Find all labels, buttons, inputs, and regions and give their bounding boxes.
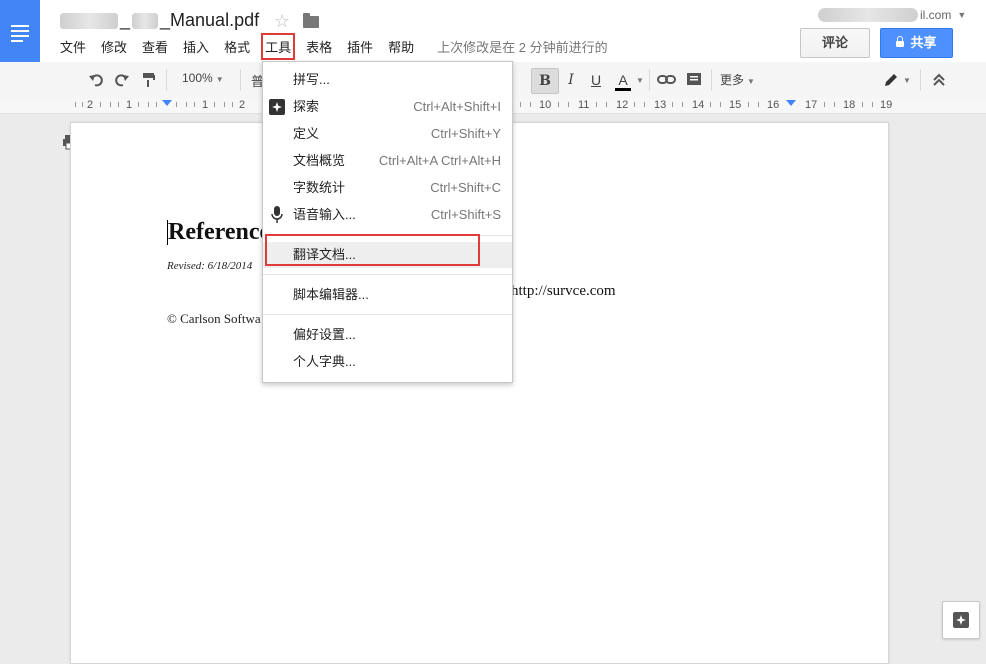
docs-home-icon[interactable] xyxy=(0,0,40,62)
menu-item-label: 定义 xyxy=(293,126,320,141)
account-switcher[interactable]: il.com ▼ xyxy=(818,8,966,22)
zoom-select[interactable]: 100% ▼ xyxy=(182,71,224,85)
menu-table[interactable]: 表格 xyxy=(306,37,332,56)
title-separator: _ xyxy=(120,10,131,30)
menu-item-label: 字数统计 xyxy=(293,180,346,195)
star-icon[interactable]: ☆ xyxy=(274,11,290,32)
menu-item-shortcut: Ctrl+Shift+C xyxy=(430,180,501,195)
ruler-label: 19 xyxy=(880,99,893,111)
menu-bar: 文件 修改 查看 插入 格式 工具 表格 插件 帮助 上次修改是在 2 分钟前进… xyxy=(60,33,608,60)
document-heading[interactable]: Reference xyxy=(168,219,270,246)
explore-icon xyxy=(953,612,969,628)
ruler-label: 16 xyxy=(767,99,780,111)
menu-item-personal-dictionary[interactable]: 个人字典... xyxy=(263,349,512,375)
share-button[interactable]: 共享 xyxy=(880,28,953,58)
ruler-label: 1 xyxy=(126,99,133,111)
ruler-label: 10 xyxy=(539,99,552,111)
comments-button[interactable]: 评论 xyxy=(800,28,870,58)
account-email: il.com xyxy=(920,8,952,22)
ruler-label: 11 xyxy=(578,99,590,111)
menu-help[interactable]: 帮助 xyxy=(388,37,414,56)
ruler-label: 2 xyxy=(87,99,94,111)
menu-item-voice-typing[interactable]: 语音输入... Ctrl+Shift+S xyxy=(263,202,512,228)
menu-insert[interactable]: 插入 xyxy=(183,37,209,56)
text-color-button[interactable]: A xyxy=(614,70,632,91)
menu-item-label: 文档概览 xyxy=(293,153,346,168)
menu-tools[interactable]: 工具 xyxy=(261,33,296,60)
microphone-icon xyxy=(271,206,283,223)
menu-divider xyxy=(263,274,512,275)
title-filename: _Manual.pdf xyxy=(160,10,260,30)
redacted-text xyxy=(60,12,118,29)
menu-item-spelling[interactable]: 拼写... xyxy=(263,67,512,93)
zoom-value: 100% xyxy=(182,71,213,85)
explore-icon xyxy=(269,99,285,115)
copyright-text[interactable]: © Carlson Softwa xyxy=(167,311,261,327)
ruler-label: 13 xyxy=(654,99,667,111)
redacted-text xyxy=(818,8,918,22)
menu-item-label: 个人字典... xyxy=(293,354,356,369)
menu-view[interactable]: 查看 xyxy=(142,37,168,56)
menu-item-word-count[interactable]: 字数统计 Ctrl+Shift+C xyxy=(263,175,512,201)
more-label: 更多 xyxy=(720,73,745,87)
ruler-label: 1 xyxy=(202,99,209,111)
document-url[interactable]: http://survce.com xyxy=(511,283,616,300)
comment-icon[interactable] xyxy=(686,72,702,88)
undo-icon[interactable] xyxy=(88,72,104,88)
menu-item-label: 脚本编辑器... xyxy=(293,287,369,302)
menu-item-shortcut: Ctrl+Shift+Y xyxy=(430,126,501,141)
italic-button[interactable]: I xyxy=(563,70,579,90)
ruler-label: 14 xyxy=(692,99,705,111)
link-icon[interactable] xyxy=(657,72,677,88)
chevron-down-icon: ▼ xyxy=(215,75,224,84)
menu-item-label: 偏好设置... xyxy=(293,327,356,342)
menu-item-preferences[interactable]: 偏好设置... xyxy=(263,322,512,348)
lock-icon xyxy=(896,36,905,47)
ruler-label: 17 xyxy=(805,99,818,111)
text-color-label: A xyxy=(618,72,628,88)
ruler-label: 15 xyxy=(729,99,742,111)
menu-item-script-editor[interactable]: 脚本编辑器... xyxy=(263,282,512,308)
pencil-icon[interactable] xyxy=(883,72,899,88)
chevron-down-icon[interactable]: ▼ xyxy=(903,76,911,85)
chevron-down-icon: ▼ xyxy=(957,10,967,20)
menu-item-label: 探索 xyxy=(293,99,320,114)
menu-item-document-outline[interactable]: 文档概览 Ctrl+Alt+A Ctrl+Alt+H xyxy=(263,148,512,174)
explore-button[interactable] xyxy=(942,601,980,639)
bold-button[interactable]: B xyxy=(531,68,559,94)
redo-icon[interactable] xyxy=(114,72,130,88)
paint-format-icon[interactable] xyxy=(141,72,157,88)
right-indent-marker[interactable] xyxy=(786,100,796,106)
share-label: 共享 xyxy=(910,35,937,50)
ruler-label: 18 xyxy=(843,99,856,111)
header-bar: _ _Manual.pdf ☆ 文件 修改 查看 插入 格式 工具 表格 插件 … xyxy=(0,0,986,63)
menu-addons[interactable]: 插件 xyxy=(347,37,373,56)
menu-format[interactable]: 格式 xyxy=(224,37,250,56)
chevron-down-icon[interactable]: ▼ xyxy=(636,76,644,85)
redacted-text xyxy=(132,12,159,29)
menu-edit[interactable]: 修改 xyxy=(101,37,127,56)
folder-icon[interactable] xyxy=(303,13,319,28)
menu-item-explore[interactable]: 探索 Ctrl+Alt+Shift+I xyxy=(263,94,512,120)
menu-item-label: 拼写... xyxy=(293,72,330,87)
menu-item-label: 语音输入... xyxy=(293,207,356,222)
document-title[interactable]: _ _Manual.pdf xyxy=(60,10,259,31)
indent-marker[interactable] xyxy=(162,100,172,106)
tools-menu: 拼写... 探索 Ctrl+Alt+Shift+I 定义 Ctrl+Shift+… xyxy=(262,61,513,383)
menu-item-shortcut: Ctrl+Alt+Shift+I xyxy=(413,99,501,114)
more-button[interactable]: 更多 ▼ xyxy=(720,71,755,88)
menu-item-shortcut: Ctrl+Alt+A Ctrl+Alt+H xyxy=(378,153,501,168)
menu-file[interactable]: 文件 xyxy=(60,37,86,56)
last-edit-status[interactable]: 上次修改是在 2 分钟前进行的 xyxy=(437,37,607,56)
underline-button[interactable]: U xyxy=(588,70,604,90)
ruler-label: 12 xyxy=(616,99,629,111)
menu-item-define[interactable]: 定义 Ctrl+Shift+Y xyxy=(263,121,512,147)
highlight-box xyxy=(265,234,480,266)
ruler-label: 2 xyxy=(239,99,246,111)
menu-item-shortcut: Ctrl+Shift+S xyxy=(430,207,501,222)
revised-date[interactable]: Revised: 6/18/2014 xyxy=(167,260,252,272)
chevron-down-icon: ▼ xyxy=(747,77,755,86)
collapse-icon[interactable] xyxy=(931,72,947,88)
menu-divider xyxy=(263,314,512,315)
